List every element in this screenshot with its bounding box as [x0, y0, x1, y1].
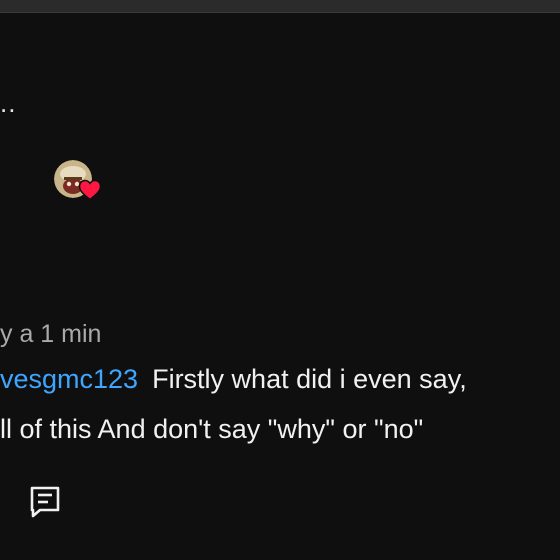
comment-timestamp: y a 1 min [0, 320, 102, 348]
user-mention-link[interactable]: vesgmc123 [0, 364, 138, 394]
heart-icon [78, 178, 102, 202]
comment-text-line-1: vesgmc123 Firstly what did i even say, [0, 364, 467, 395]
creator-heart-badge [54, 160, 102, 208]
top-bar [0, 0, 560, 13]
truncated-text: .. [0, 88, 17, 118]
comment-reply-icon[interactable] [28, 484, 62, 520]
comment-text: Firstly what did i even say, [152, 364, 467, 394]
comment-text-line-2: ll of this And don't say "why" or "no" [0, 414, 424, 444]
